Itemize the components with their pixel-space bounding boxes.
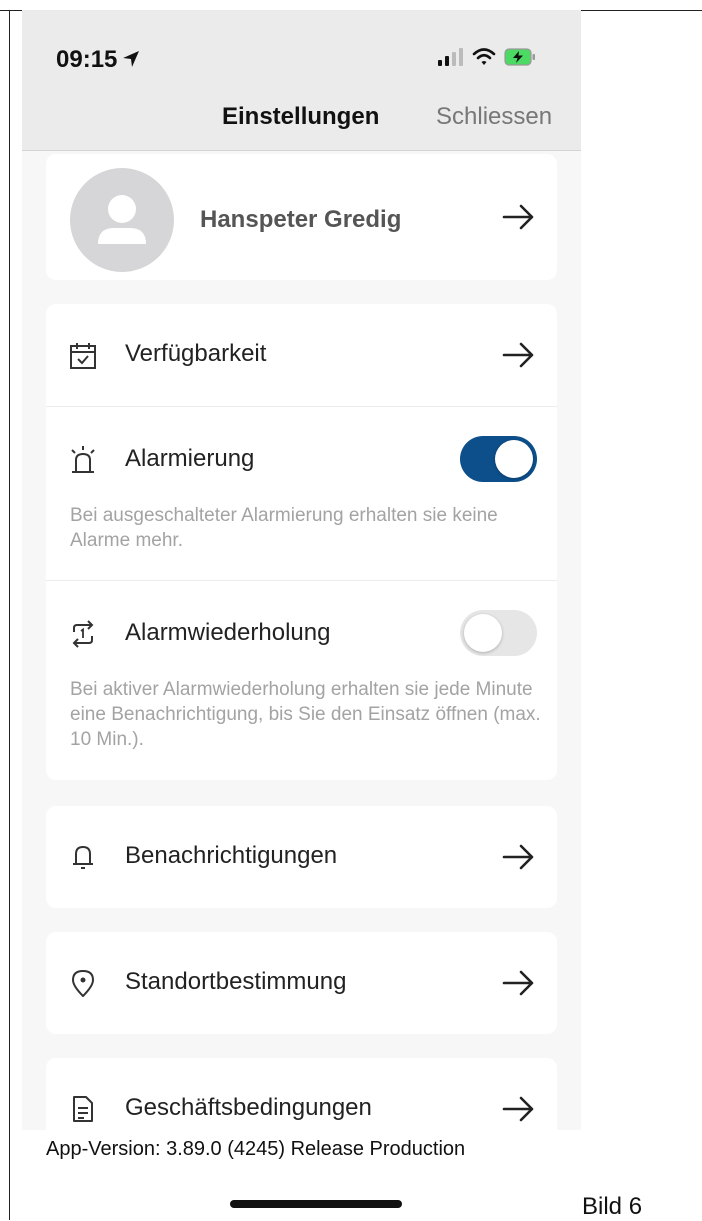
alarming-label: Alarmierung xyxy=(125,445,255,472)
arrow-right-icon xyxy=(502,970,534,996)
toggle-knob xyxy=(495,440,533,478)
status-time: 09:15 xyxy=(56,46,141,74)
arrow-right-icon xyxy=(502,844,534,870)
avatar xyxy=(70,168,174,272)
location-label: Standortbestimmung xyxy=(125,968,347,995)
close-button[interactable]: Schliessen xyxy=(436,103,552,131)
notifications-label: Benachrichtigungen xyxy=(125,842,338,869)
toggle-knob xyxy=(464,614,502,652)
person-icon xyxy=(98,195,146,244)
alarm-light-icon xyxy=(71,446,95,473)
phone-screen: 09:15 Einstellungen Schliessen Hanspeter… xyxy=(22,10,581,1130)
home-indicator[interactable] xyxy=(230,1200,402,1208)
profile-name: Hanspeter Gredig xyxy=(200,206,402,233)
location-arrow-icon xyxy=(123,51,140,67)
wifi-icon xyxy=(472,48,496,65)
alarm-repeat-label: Alarmwiederholung xyxy=(125,619,331,646)
terms-card[interactable]: Geschäftsbedingungen xyxy=(46,1058,557,1130)
alarm-repeat-description: Bei aktiver Alarmwiederholung erhalten s… xyxy=(70,679,541,750)
status-time-text: 09:15 xyxy=(56,46,118,73)
alarming-description: Bei ausgeschalteter Alarmierung erhalten… xyxy=(70,505,498,551)
alarm-repeat-toggle[interactable] xyxy=(460,610,537,656)
page-title: Einstellungen xyxy=(222,103,380,130)
availability-row[interactable]: Verfügbarkeit xyxy=(46,304,557,406)
status-icons xyxy=(438,48,536,66)
cellular-signal-icon xyxy=(438,48,463,66)
location-card[interactable]: Standortbestimmung xyxy=(46,932,557,1034)
arrow-right-icon xyxy=(502,1096,534,1122)
calendar-check-icon xyxy=(70,343,96,369)
battery-charging-icon xyxy=(504,48,535,66)
document-icon xyxy=(73,1096,93,1122)
notifications-card[interactable]: Benachrichtigungen xyxy=(46,806,557,908)
top-bar: 09:15 Einstellungen Schliessen xyxy=(22,10,581,151)
settings-card: Verfügbarkeit Alarmierung Bei ausgeschal… xyxy=(46,304,557,780)
arrow-right-icon xyxy=(502,204,534,230)
repeat-one-icon xyxy=(72,620,94,648)
app-version: App-Version: 3.89.0 (4245) Release Produ… xyxy=(46,1138,466,1160)
frame-left-border xyxy=(9,10,10,1220)
alarming-toggle[interactable] xyxy=(460,436,537,482)
availability-label: Verfügbarkeit xyxy=(125,340,267,367)
alarming-row: Alarmierung Bei ausgeschalteter Alarmier… xyxy=(46,407,557,579)
alarm-repeat-row: Alarmwiederholung Bei aktiver Alarmwiede… xyxy=(46,581,557,779)
figure-caption: Bild 6 xyxy=(582,1193,643,1220)
profile-card[interactable]: Hanspeter Gredig xyxy=(46,154,557,280)
arrow-right-icon xyxy=(502,342,534,368)
terms-label: Geschäftsbedingungen xyxy=(125,1094,372,1121)
bell-icon xyxy=(73,846,93,869)
location-pin-icon xyxy=(72,970,94,997)
